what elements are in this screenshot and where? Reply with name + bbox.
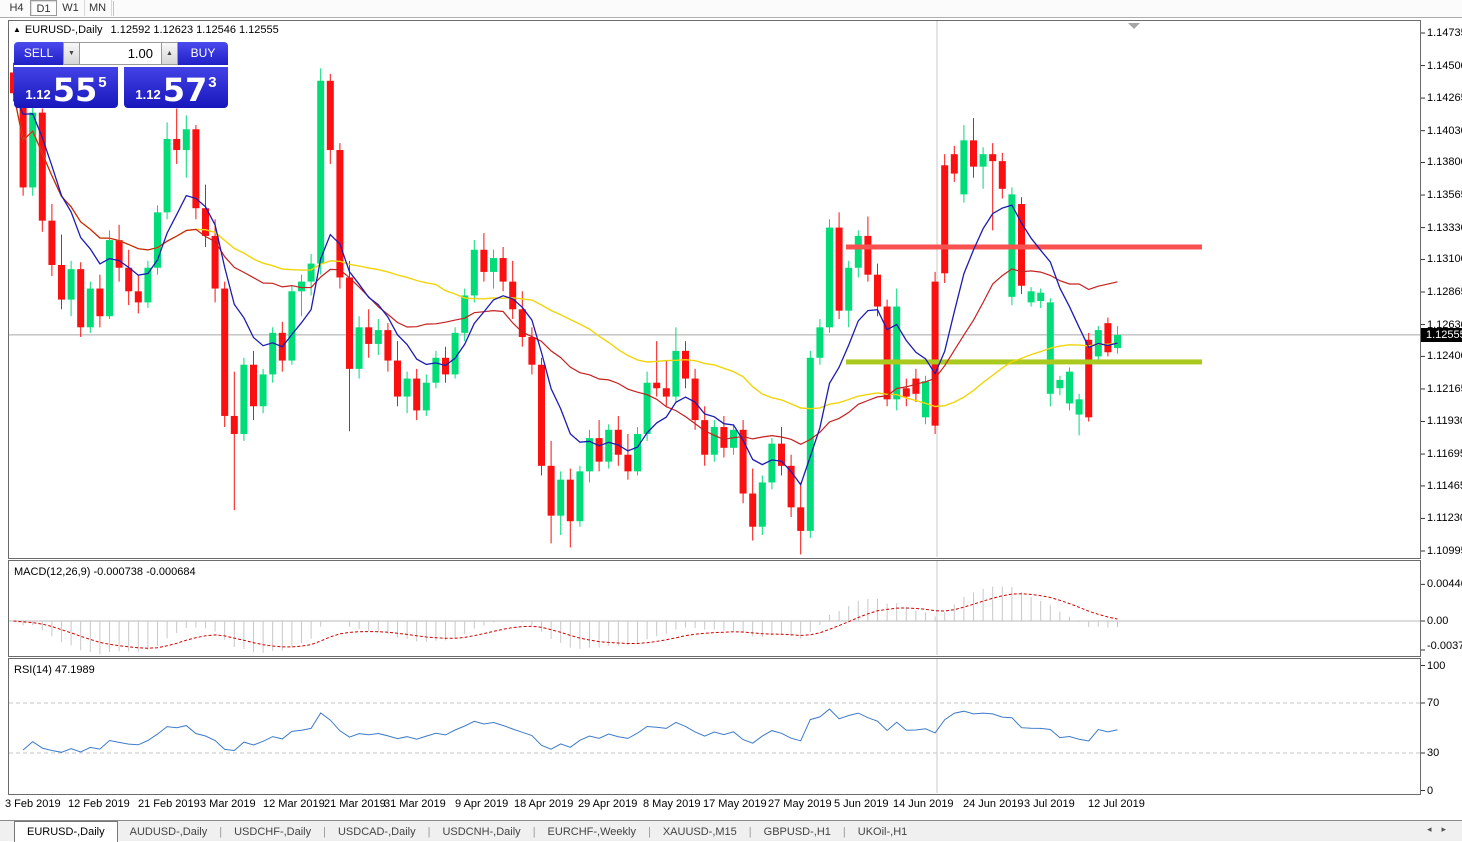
oneclick-panel-toggle-icon[interactable]: ▲ xyxy=(13,25,21,34)
macd-tick-label: -0.003715 xyxy=(1427,640,1462,652)
tab-usdcad-daily[interactable]: USDCAD-,Daily xyxy=(326,822,428,842)
sell-button[interactable]: SELL xyxy=(14,42,63,65)
timeframe-button-d1[interactable]: D1 xyxy=(30,0,57,16)
price-tick-label: 1.14735 xyxy=(1427,27,1462,39)
timeframe-button-h4[interactable]: H4 xyxy=(3,0,31,16)
price-tick-label: 1.13100 xyxy=(1427,253,1462,265)
price-tick-label: 1.10995 xyxy=(1427,545,1462,557)
tab-eurchf-weekly[interactable]: EURCHF-,Weekly xyxy=(536,822,648,842)
sell-price-pipette: 5 xyxy=(98,74,106,91)
tab-audusd-daily[interactable]: AUDUSD-,Daily xyxy=(118,822,220,842)
volume-input[interactable] xyxy=(80,42,161,65)
date-tick-label: 12 Mar 2019 xyxy=(263,798,325,810)
price-tick-label: 1.13800 xyxy=(1427,156,1462,168)
date-tick-label: 24 Jun 2019 xyxy=(963,798,1024,810)
rsi-tick-label: 0 xyxy=(1427,785,1433,797)
macd-label: MACD(12,26,9) -0.000738 -0.000684 xyxy=(14,566,196,578)
chart-title: ▲ EURUSD-,Daily 1.12592 1.12623 1.12546 1.… xyxy=(13,24,279,36)
buy-price-pipette: 3 xyxy=(208,74,216,91)
arrow-down-icon: ▼ xyxy=(68,50,75,57)
trade-controls-row: SELL ▼ ▲ BUY xyxy=(14,42,228,65)
date-tick-label: 31 Mar 2019 xyxy=(384,798,446,810)
scroll-to-end-icon[interactable] xyxy=(1128,23,1140,29)
sell-price-big: 55 xyxy=(53,75,98,105)
price-tick-label: 1.14265 xyxy=(1427,92,1462,104)
current-price-badge: 1.12555 xyxy=(1421,328,1462,342)
sell-price-prefix: 1.12 xyxy=(25,87,50,102)
macd-tick-label: 0.00 xyxy=(1427,615,1448,627)
chart-tab-bar: EURUSD-,DailyAUDUSD-,Daily|USDCHF-,Daily… xyxy=(0,820,1462,841)
date-tick-label: 29 Apr 2019 xyxy=(578,798,637,810)
price-tick-label: 1.12165 xyxy=(1427,383,1462,395)
price-tick-label: 1.11230 xyxy=(1427,512,1462,524)
rsi-indicator-panel[interactable] xyxy=(8,658,1421,795)
price-tick-label: 1.14030 xyxy=(1427,125,1462,137)
price-tick-label: 1.12865 xyxy=(1427,286,1462,298)
timeframe-button-w1[interactable]: W1 xyxy=(57,0,85,16)
price-tick-label: 1.11465 xyxy=(1427,480,1462,492)
date-tick-label: 5 Jun 2019 xyxy=(834,798,888,810)
price-tick-label: 1.13565 xyxy=(1427,189,1462,201)
date-tick-label: 18 Apr 2019 xyxy=(514,798,573,810)
buy-quote-button[interactable]: 1.12 57 3 xyxy=(124,67,228,108)
tab-scroll-left-icon[interactable]: ◂ xyxy=(1427,824,1442,834)
macd-indicator-panel[interactable] xyxy=(8,560,1421,657)
price-tick-label: 1.13330 xyxy=(1427,222,1462,234)
tab-gbpusd-h1[interactable]: GBPUSD-,H1 xyxy=(752,822,843,842)
date-tick-label: 3 Feb 2019 xyxy=(5,798,61,810)
price-tick-label: 1.14500 xyxy=(1427,60,1462,72)
toolbar-separator xyxy=(113,1,114,16)
one-click-trading-panel: SELL ▼ ▲ BUY 1.12 55 5 1.12 57 3 xyxy=(14,42,228,108)
macd-tick-label: 0.004465 xyxy=(1427,578,1462,590)
arrow-up-icon: ▲ xyxy=(166,50,173,57)
tab-scroll-right-icon[interactable]: ▸ xyxy=(1441,824,1456,834)
buy-price-prefix: 1.12 xyxy=(135,87,160,102)
buy-price-big: 57 xyxy=(163,75,208,105)
date-tick-label: 12 Feb 2019 xyxy=(68,798,130,810)
volume-increase-button[interactable]: ▲ xyxy=(161,42,178,65)
price-tick-label: 1.12400 xyxy=(1427,350,1462,362)
tab-usdcnh-daily[interactable]: USDCNH-,Daily xyxy=(430,822,532,842)
timeframe-toolbar: H4D1W1MN xyxy=(0,0,1462,18)
rsi-label: RSI(14) 47.1989 xyxy=(14,664,95,676)
date-tick-label: 27 May 2019 xyxy=(768,798,832,810)
ohlc-values: 1.12592 1.12623 1.12546 1.12555 xyxy=(111,24,279,36)
date-tick-label: 21 Feb 2019 xyxy=(138,798,200,810)
rsi-tick-label: 70 xyxy=(1427,697,1439,709)
trading-terminal-window: H4D1W1MN ▲ EURUSD-,Daily 1.12592 1.12623 1… xyxy=(0,0,1462,841)
date-tick-label: 12 Jul 2019 xyxy=(1088,798,1145,810)
price-tick-label: 1.11930 xyxy=(1427,415,1462,427)
date-tick-label: 8 May 2019 xyxy=(643,798,700,810)
date-tick-label: 3 Mar 2019 xyxy=(200,798,256,810)
tab-xauusd-m15[interactable]: XAUUSD-,M15 xyxy=(651,822,749,842)
date-tick-label: 3 Jul 2019 xyxy=(1024,798,1075,810)
tab-scroll-arrows: ◂▸ xyxy=(1427,824,1456,835)
sell-quote-button[interactable]: 1.12 55 5 xyxy=(14,67,118,108)
chart-tabs: EURUSD-,DailyAUDUSD-,Daily|USDCHF-,Daily… xyxy=(0,822,919,839)
rsi-tick-label: 30 xyxy=(1427,747,1439,759)
timeframe-button-mn[interactable]: MN xyxy=(84,0,112,16)
price-tick-label: 1.11695 xyxy=(1427,448,1462,460)
date-tick-label: 17 May 2019 xyxy=(703,798,767,810)
buy-button[interactable]: BUY xyxy=(178,42,228,65)
symbol-period-label: EURUSD-,Daily xyxy=(25,24,103,36)
date-tick-label: 9 Apr 2019 xyxy=(455,798,508,810)
tab-usdchf-daily[interactable]: USDCHF-,Daily xyxy=(222,822,323,842)
date-tick-label: 21 Mar 2019 xyxy=(324,798,386,810)
tab-eurusd-daily[interactable]: EURUSD-,Daily xyxy=(14,821,118,842)
volume-decrease-button[interactable]: ▼ xyxy=(63,42,80,65)
date-tick-label: 14 Jun 2019 xyxy=(893,798,954,810)
tab-ukoil-h1[interactable]: UKOil-,H1 xyxy=(846,822,920,842)
rsi-tick-label: 100 xyxy=(1427,660,1445,672)
